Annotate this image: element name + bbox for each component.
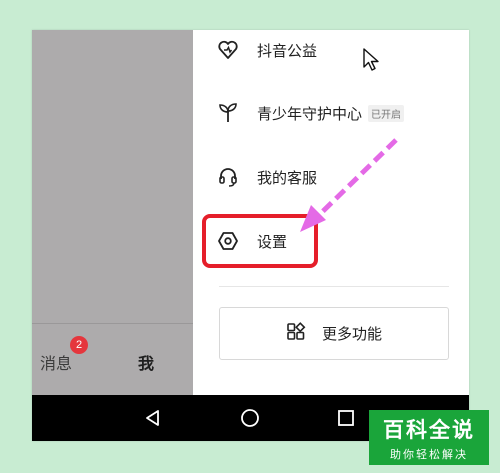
watermark-title: 百科全说 xyxy=(383,418,475,442)
watermark-subtitle: 助你轻松解决 xyxy=(390,448,468,461)
annotation-arrow xyxy=(300,138,398,232)
mouse-cursor-icon xyxy=(363,48,379,71)
watermark-logo: 百科全说 助你轻松解决 xyxy=(369,410,489,465)
